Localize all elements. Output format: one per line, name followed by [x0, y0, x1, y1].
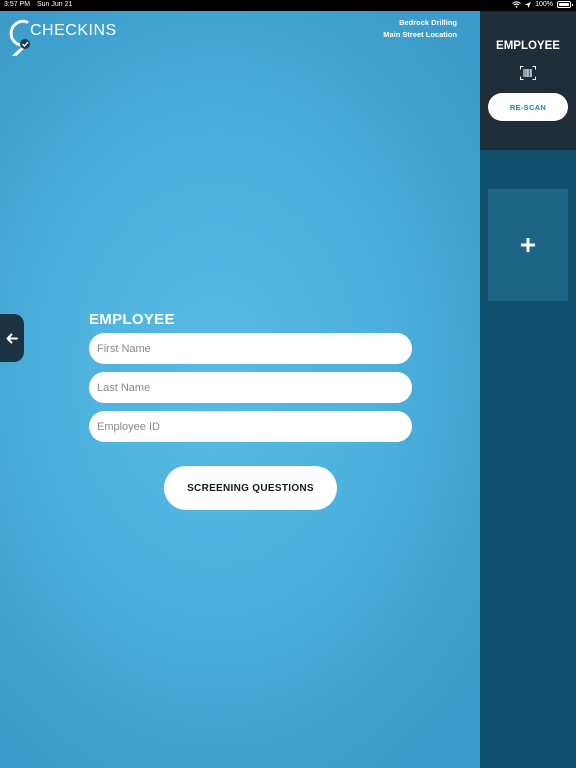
- company-name: Bedrock Drilling: [399, 18, 457, 27]
- rescan-button[interactable]: RE-SCAN: [488, 93, 568, 121]
- status-bar: 3:57 PM Sun Jun 21 100%: [0, 0, 576, 11]
- location-arrow-icon: [525, 1, 532, 8]
- battery-percent: 100%: [535, 1, 553, 8]
- checkins-logo: CHECKINS: [6, 18, 116, 62]
- back-button[interactable]: [0, 314, 24, 362]
- add-employee-button[interactable]: [488, 189, 568, 301]
- status-right: 100%: [512, 1, 573, 8]
- plus-icon: [521, 238, 535, 252]
- location-name: Main Street Location: [383, 30, 457, 39]
- screening-questions-button[interactable]: SCREENING QUESTIONS: [164, 466, 337, 510]
- logo-text: CHECKINS: [30, 22, 117, 39]
- location-info: Bedrock Drilling Main Street Location: [383, 17, 457, 41]
- sidebar: EMPLOYEE RE-SCAN: [480, 11, 576, 768]
- battery-icon: [557, 1, 573, 8]
- status-date: Sun Jun 21: [37, 1, 73, 8]
- last-name-input[interactable]: [89, 372, 412, 403]
- form-title: EMPLOYEE: [89, 311, 175, 328]
- sidebar-title: EMPLOYEE: [496, 40, 560, 52]
- wifi-icon: [512, 1, 521, 8]
- main-panel: CHECKINS Bedrock Drilling Main Street Lo…: [0, 11, 480, 768]
- barcode-scan-icon[interactable]: [520, 66, 536, 80]
- employee-id-input[interactable]: [89, 411, 412, 442]
- first-name-input[interactable]: [89, 333, 412, 364]
- employee-form: EMPLOYEE: [89, 309, 412, 450]
- sidebar-header: EMPLOYEE RE-SCAN: [480, 11, 576, 150]
- status-time: 3:57 PM: [4, 1, 31, 8]
- arrow-left-icon: [6, 333, 18, 343]
